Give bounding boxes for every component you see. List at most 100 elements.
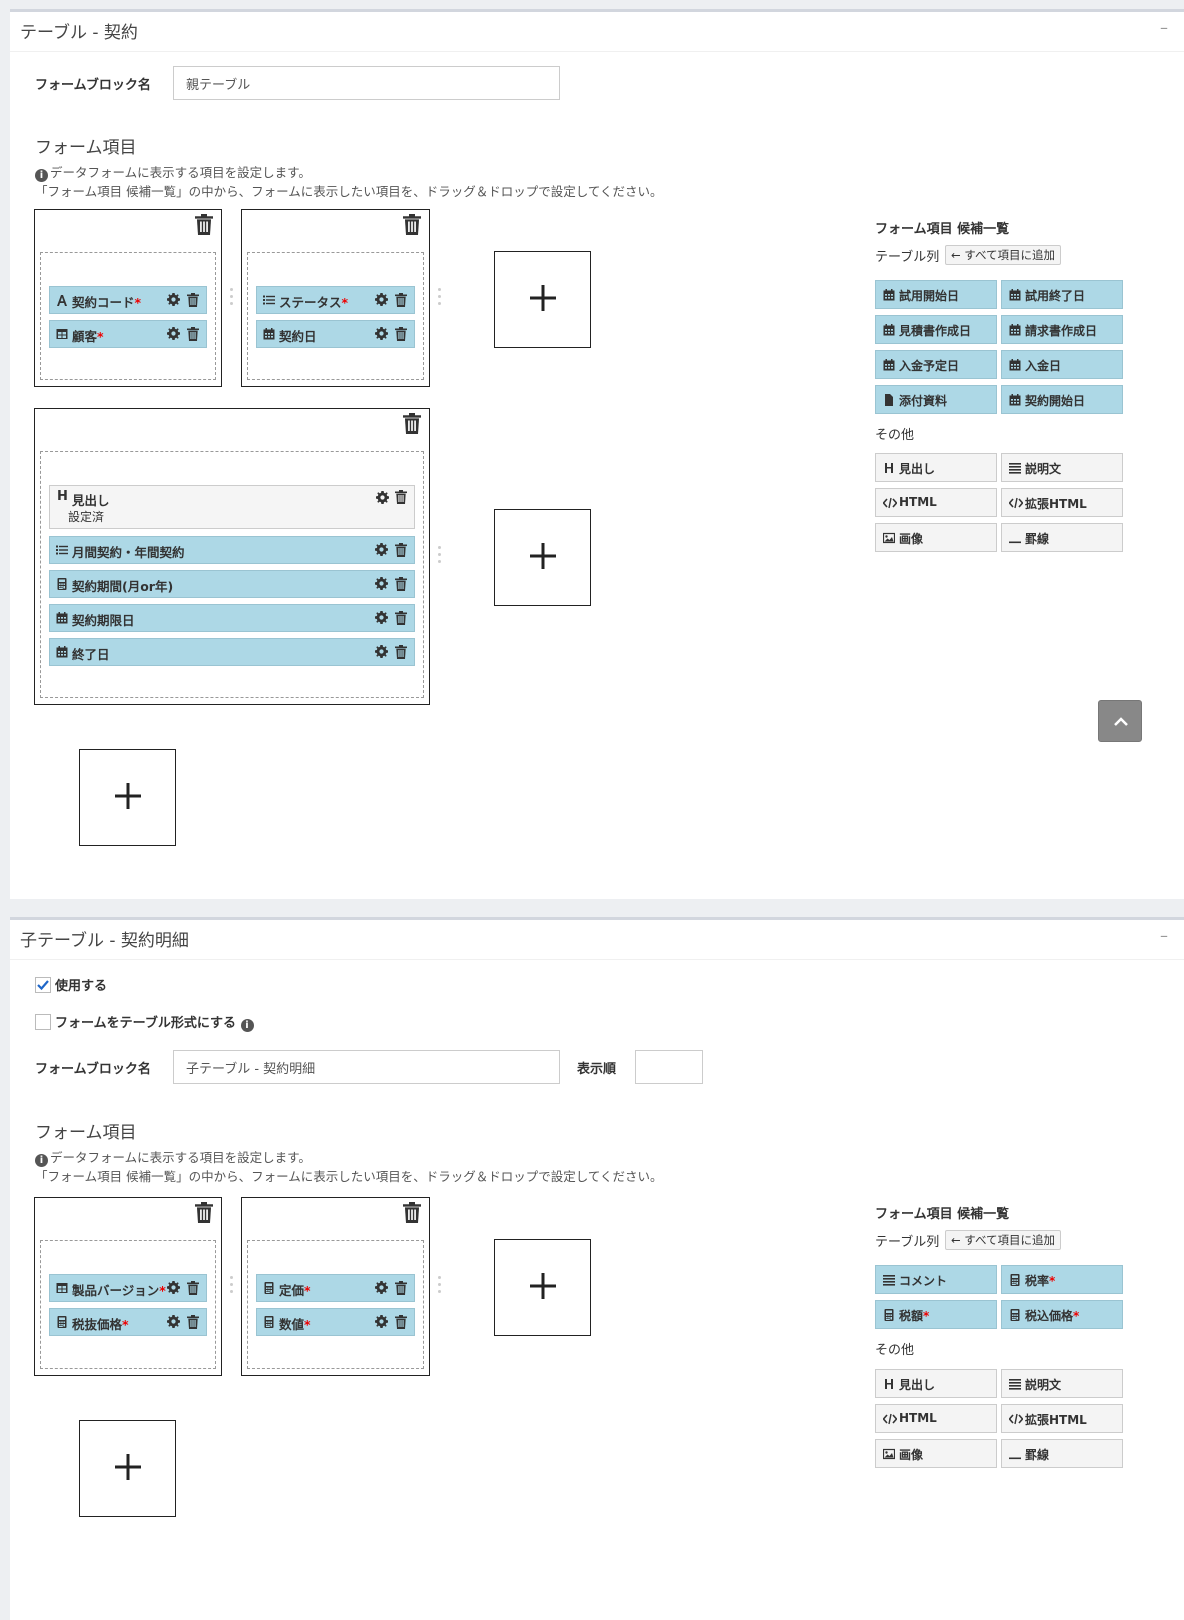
candidate-item[interactable]: 試用終了日 [1001,280,1123,309]
form-item[interactable]: 契約日 [256,320,415,348]
candidate-item[interactable]: HTML [875,488,997,517]
add-block-button[interactable] [494,251,591,348]
drag-handle[interactable] [230,1276,234,1297]
add-row-button[interactable] [79,749,176,846]
trash-icon[interactable] [187,327,199,341]
candidate-item[interactable]: 添付資料 [875,385,997,414]
gear-icon[interactable] [375,327,388,340]
candidate-item[interactable]: 罫線 [1001,523,1123,552]
gear-icon[interactable] [376,491,389,504]
candidate-item[interactable]: 税率* [1001,1265,1123,1294]
display-order-input[interactable] [635,1050,703,1084]
gear-icon[interactable] [167,1281,180,1294]
trash-icon[interactable] [195,214,215,236]
trash-icon[interactable] [403,1202,423,1224]
collapse-button[interactable]: – [1160,926,1168,945]
form-block[interactable]: 製品バージョン* 税抜価格* [34,1197,222,1376]
candidate-item[interactable]: 契約開始日 [1001,385,1123,414]
trash-icon[interactable] [395,490,407,504]
trash-icon[interactable] [395,327,407,341]
form-item[interactable]: 月間契約・年間契約 [49,536,415,564]
drag-handle[interactable] [438,1276,442,1297]
add-all-button[interactable]: ← すべて項目に追加 [945,245,1062,265]
candidate-item[interactable]: 拡張HTML [1001,488,1123,517]
form-item[interactable]: 数値* [256,1308,415,1336]
trash-icon[interactable] [403,214,423,236]
form-block-name-input[interactable] [173,1050,560,1084]
candidate-item[interactable]: 罫線 [1001,1439,1123,1468]
drag-handle[interactable] [230,288,234,309]
add-block-button[interactable] [494,1239,591,1336]
add-row-button[interactable] [79,1420,176,1517]
gear-icon[interactable] [375,1315,388,1328]
collapse-button[interactable]: – [1160,18,1168,37]
drag-handle[interactable] [438,288,442,309]
form-block[interactable]: 契約コード* 顧客* [34,209,222,387]
form-item[interactable]: ステータス* [256,286,415,314]
candidate-item[interactable]: 入金日 [1001,350,1123,379]
candidate-item[interactable]: コメント [875,1265,997,1294]
candidate-item[interactable]: 見出し [875,453,997,482]
calendar-icon [1009,359,1021,371]
form-item[interactable]: 契約期間(月or年) [49,570,415,598]
candidate-item[interactable]: 税込価格* [1001,1300,1123,1329]
candidate-item[interactable]: 説明文 [1001,1369,1123,1398]
candidate-item[interactable]: 画像 [875,523,997,552]
trash-icon[interactable] [187,1315,199,1329]
trash-icon[interactable] [195,1202,215,1224]
gear-icon[interactable] [375,293,388,306]
trash-icon[interactable] [395,293,407,307]
gear-icon[interactable] [167,327,180,340]
form-item[interactable]: 終了日 [49,638,415,666]
form-block[interactable]: 定価* 数値* [241,1197,430,1376]
add-all-button[interactable]: ← すべて項目に追加 [945,1230,1062,1250]
gear-icon[interactable] [375,611,388,624]
form-block[interactable]: ステータス* 契約日 [241,209,430,387]
scroll-to-top-button[interactable] [1098,700,1142,742]
form-block-name-input[interactable] [173,66,560,100]
info-icon[interactable]: i [240,1019,254,1032]
candidate-item[interactable]: 試用開始日 [875,280,997,309]
plus-icon [529,1272,556,1303]
use-checkbox[interactable] [35,977,51,993]
trash-icon[interactable] [187,1281,199,1295]
trash-icon[interactable] [395,543,407,557]
candidate-item[interactable]: 拡張HTML [1001,1404,1123,1433]
candidate-item[interactable]: HTML [875,1404,997,1433]
candidate-item[interactable]: 入金予定日 [875,350,997,379]
candidate-item[interactable]: 請求書作成日 [1001,315,1123,344]
gear-icon[interactable] [375,543,388,556]
form-item[interactable]: 契約コード* [49,286,207,314]
trash-icon[interactable] [395,645,407,659]
candidate-item[interactable]: 税額* [875,1300,997,1329]
candidates-title: フォーム項目 候補一覧 [875,1207,1010,1222]
form-items-help: i データフォームに表示する項目を設定します。 「フォーム項目 候補一覧」の中から… [35,1148,662,1186]
gear-icon[interactable] [375,645,388,658]
gear-icon[interactable] [375,1281,388,1294]
heading-item[interactable]: H 見出し 設定済 [49,485,415,529]
trash-icon[interactable] [395,577,407,591]
candidate-item[interactable]: 画像 [875,1439,997,1468]
trash-icon[interactable] [395,1315,407,1329]
code-icon [882,497,898,509]
gear-icon[interactable] [167,293,180,306]
trash-icon[interactable] [187,293,199,307]
candidate-item[interactable]: 説明文 [1001,453,1123,482]
table-format-checkbox[interactable] [35,1014,51,1030]
gear-icon[interactable] [167,1315,180,1328]
candidate-item[interactable]: 見積書作成日 [875,315,997,344]
trash-icon[interactable] [395,611,407,625]
form-item[interactable]: 税抜価格* [49,1308,207,1336]
add-block-button[interactable] [494,509,591,606]
trash-icon[interactable] [403,413,423,435]
drag-handle[interactable] [438,546,442,567]
candidate-item[interactable]: 見出し [875,1369,997,1398]
form-item[interactable]: 定価* [256,1274,415,1302]
form-item[interactable]: 顧客* [49,320,207,348]
trash-icon[interactable] [395,1281,407,1295]
form-item[interactable]: 契約期限日 [49,604,415,632]
form-item[interactable]: 製品バージョン* [49,1274,207,1302]
form-block[interactable]: H 見出し 設定済 月間契約・年間契約 契約期間(月or年) 契約期限日終了日 [34,408,430,705]
calendar-icon [56,646,68,658]
gear-icon[interactable] [375,577,388,590]
